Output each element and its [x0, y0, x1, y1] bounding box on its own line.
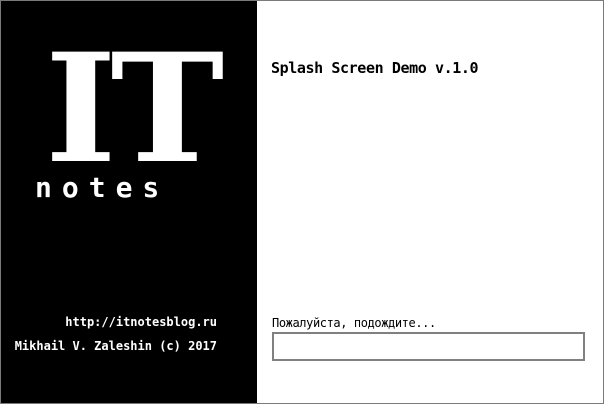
progress-bar — [272, 332, 585, 361]
copyright-text: Mikhail V. Zaleshin (c) 2017 — [14, 339, 217, 353]
logo-it-text: IT — [45, 21, 224, 197]
site-url: http://itnotesblog.ru — [65, 315, 217, 329]
logo-panel: IT notes http://itnotesblog.ru Mikhail V… — [1, 1, 257, 403]
loading-label: Пожалуйста, подождите... — [272, 316, 436, 330]
splash-window: IT notes http://itnotesblog.ru Mikhail V… — [0, 0, 604, 404]
app-title: Splash Screen Demo v.1.0 — [271, 59, 479, 77]
logo-notes-text: notes — [35, 171, 170, 204]
